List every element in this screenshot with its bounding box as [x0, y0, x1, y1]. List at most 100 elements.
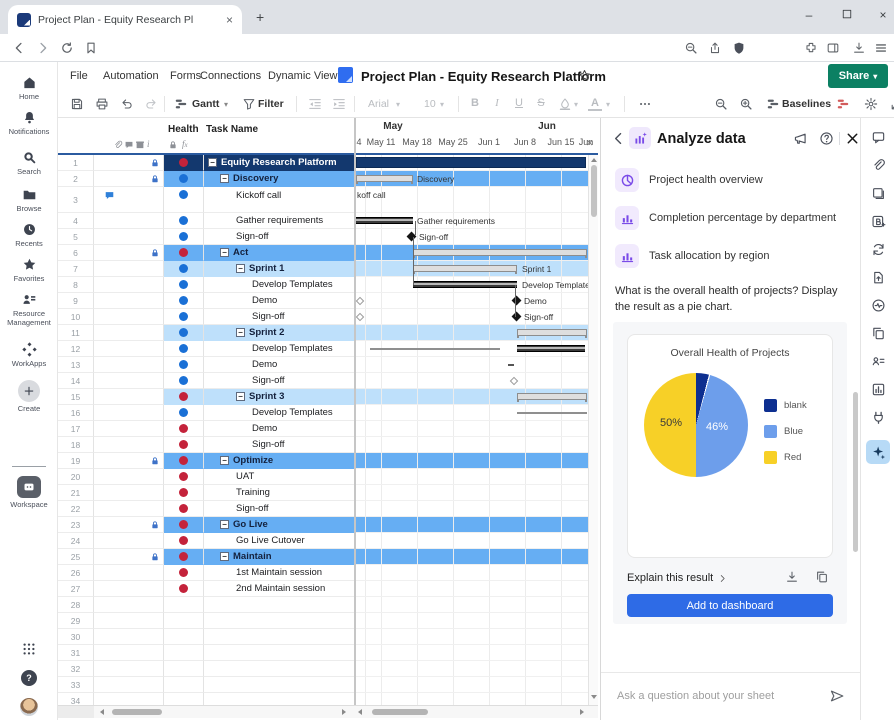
menu-automation[interactable]: Automation — [103, 70, 159, 82]
gantt-row[interactable] — [356, 645, 588, 661]
contacts-icon[interactable] — [871, 354, 886, 369]
task-name-cell[interactable]: Sign-off — [204, 373, 354, 389]
scroll-left-arrow[interactable] — [358, 709, 362, 715]
scroll-down-arrow[interactable] — [591, 695, 597, 699]
sidebar-item-home[interactable]: Home — [0, 75, 58, 101]
gantt-view-icon[interactable] — [174, 97, 188, 111]
health-cell[interactable] — [164, 261, 204, 277]
health-cell[interactable] — [164, 693, 204, 705]
row-number[interactable]: 3 — [58, 187, 94, 213]
gantt-milestone-ghost[interactable] — [510, 377, 518, 385]
horizontal-scrollbars[interactable] — [58, 705, 598, 718]
health-cell[interactable] — [164, 469, 204, 485]
gantt-row[interactable] — [356, 421, 588, 437]
ai-sparkle-icon[interactable] — [866, 440, 890, 464]
save-icon[interactable] — [70, 97, 84, 111]
table-row[interactable]: 2−Discovery — [58, 171, 354, 187]
table-row[interactable]: 18Sign-off — [58, 437, 354, 453]
table-row[interactable]: 5Sign-off — [58, 229, 354, 245]
gantt-row[interactable] — [356, 245, 588, 261]
health-cell[interactable] — [164, 389, 204, 405]
column-header-health[interactable]: Health — [168, 124, 199, 135]
collapse-toggle[interactable]: − — [220, 174, 229, 183]
row-number[interactable]: 11 — [58, 325, 94, 341]
row-number[interactable]: 31 — [58, 645, 94, 661]
gantt-row[interactable]: Develop Templates — [356, 277, 588, 293]
table-row[interactable]: 31 — [58, 645, 354, 661]
health-cell[interactable] — [164, 245, 204, 261]
gantt-row[interactable]: Discovery — [356, 171, 588, 187]
favorite-star-icon[interactable] — [578, 69, 591, 82]
gantt-baseline-dash[interactable] — [508, 364, 514, 366]
expand-icon[interactable] — [890, 97, 894, 111]
table-row[interactable]: 33 — [58, 677, 354, 693]
health-cell[interactable] — [164, 533, 204, 549]
side-panel-icon[interactable] — [826, 41, 840, 55]
shield-icon[interactable] — [732, 41, 746, 55]
task-name-cell[interactable]: −Go Live — [204, 517, 354, 533]
table-row[interactable]: 11 −Sprint 2 — [58, 325, 354, 341]
table-row[interactable]: 25−Maintain — [58, 549, 354, 565]
sidebar-account[interactable] — [0, 698, 58, 716]
baselines-icon[interactable] — [766, 97, 780, 111]
create-plus-icon[interactable] — [18, 380, 40, 402]
table-row[interactable]: 30 — [58, 629, 354, 645]
zoom-out-grid-icon[interactable] — [714, 97, 728, 111]
row-number[interactable]: 22 — [58, 501, 94, 517]
table-row[interactable]: 29 — [58, 613, 354, 629]
health-cell[interactable] — [164, 405, 204, 421]
row-number[interactable]: 30 — [58, 629, 94, 645]
task-name-cell[interactable] — [204, 597, 354, 613]
share-button[interactable]: Share▾ — [828, 64, 888, 88]
gantt-row[interactable]: Demo — [356, 293, 588, 309]
gantt-row[interactable] — [356, 357, 588, 373]
task-name-cell[interactable] — [204, 661, 354, 677]
scroll-up-arrow[interactable] — [591, 158, 597, 162]
explain-result-link[interactable]: Explain this result — [627, 572, 727, 584]
gantt-row[interactable]: Sprint 1 — [356, 261, 588, 277]
collapse-toggle[interactable]: − — [220, 552, 229, 561]
task-name-cell[interactable]: −Discovery — [204, 171, 354, 187]
gantt-baseline[interactable] — [370, 348, 500, 350]
table-row[interactable]: 23 −Go Live — [58, 517, 354, 533]
ask-question-input[interactable]: Ask a question about your sheet — [617, 690, 774, 702]
sidebar-apps-grid[interactable] — [0, 642, 58, 656]
collapse-toggle[interactable]: − — [220, 456, 229, 465]
feedback-megaphone-icon[interactable] — [793, 131, 808, 146]
window-maximize-button[interactable] — [838, 8, 856, 22]
table-row[interactable]: 24Go Live Cutover — [58, 533, 354, 549]
task-name-cell[interactable]: Develop Templates — [204, 405, 354, 421]
health-cell[interactable] — [164, 341, 204, 357]
task-name-cell[interactable]: −Sprint 2 — [204, 325, 354, 341]
menu-dynamic-view[interactable]: Dynamic View — [268, 70, 338, 82]
table-row[interactable]: 261st Maintain session — [58, 565, 354, 581]
table-row[interactable]: 15−Sprint 3 — [58, 389, 354, 405]
row-number[interactable]: 25 — [58, 549, 94, 565]
row-number[interactable]: 4 — [58, 213, 94, 229]
gantt-row[interactable] — [356, 597, 588, 613]
table-row[interactable]: 3Kickoff call — [58, 187, 354, 213]
health-cell[interactable] — [164, 597, 204, 613]
gantt-summary-bar[interactable] — [413, 249, 587, 256]
update-requests-icon[interactable] — [871, 242, 886, 257]
gantt-summary-bar[interactable] — [517, 393, 587, 400]
back-icon[interactable] — [12, 41, 26, 55]
row-number[interactable]: 15 — [58, 389, 94, 405]
health-cell[interactable] — [164, 645, 204, 661]
gantt-milestone[interactable] — [512, 312, 522, 322]
comments-icon[interactable] — [871, 130, 886, 145]
gantt-row[interactable] — [356, 629, 588, 645]
row-number[interactable]: 24 — [58, 533, 94, 549]
view-selector[interactable]: Gantt — [192, 98, 219, 110]
menu-forms[interactable]: Forms — [170, 70, 201, 82]
gantt-row[interactable] — [356, 485, 588, 501]
scroll-left-arrow[interactable] — [100, 709, 104, 715]
gantt-row[interactable] — [356, 155, 588, 171]
send-icon[interactable] — [829, 688, 845, 704]
gantt-row[interactable] — [356, 661, 588, 677]
comment-column-icon[interactable] — [124, 140, 134, 150]
sidebar-item-workspace[interactable]: Workspace — [0, 476, 58, 509]
row-number[interactable]: 23 — [58, 517, 94, 533]
task-name-cell[interactable]: −Sprint 1 — [204, 261, 354, 277]
gantt-row[interactable] — [356, 325, 588, 341]
